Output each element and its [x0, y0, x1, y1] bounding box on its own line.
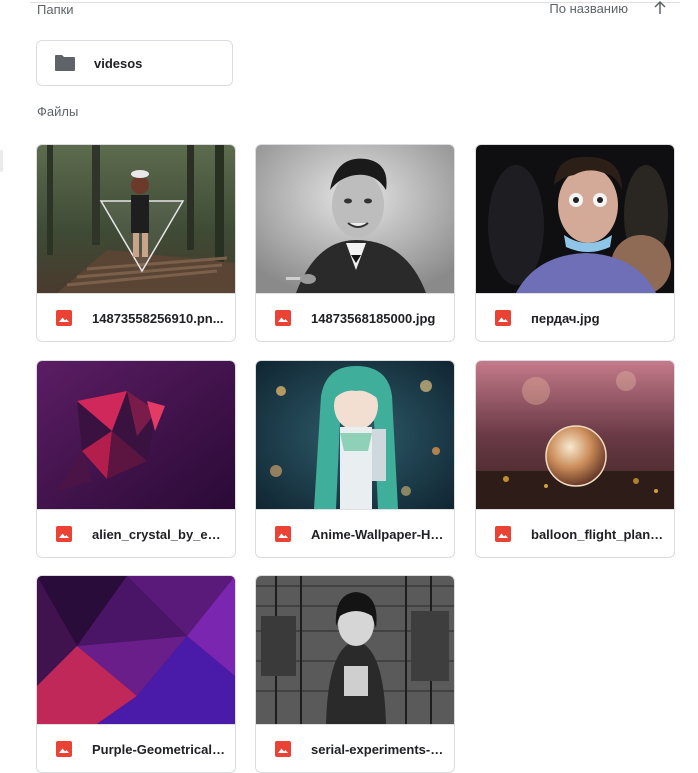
file-name: balloon_flight_plant_...	[531, 526, 666, 542]
image-thumbnail	[256, 145, 454, 293]
file-caption: alien_crystal_by_eddi...	[37, 509, 235, 557]
folder-videsos[interactable]: videsos	[36, 40, 233, 86]
file-name: alien_crystal_by_eddi...	[92, 526, 227, 542]
files-section-label: Файлы	[37, 104, 79, 119]
image-thumbnail	[256, 361, 454, 509]
file-name: Purple-Geometrical-T...	[92, 741, 227, 757]
image-file-icon	[495, 310, 511, 326]
file-name: Anime-Wallpaper-HD...	[311, 526, 446, 542]
image-thumbnail	[37, 361, 235, 509]
file-caption: 14873568185000.jpg	[256, 293, 454, 341]
image-file-icon	[275, 526, 291, 542]
arrow-up-icon[interactable]	[652, 0, 668, 16]
sort-by-name-button[interactable]: По названию	[549, 1, 628, 16]
image-file-icon	[275, 741, 291, 757]
file-card[interactable]: serial-experiments-la...	[255, 575, 455, 773]
image-file-icon	[495, 526, 511, 542]
file-caption: пердач.jpg	[476, 293, 674, 341]
image-thumbnail	[476, 145, 674, 293]
file-card[interactable]: Purple-Geometrical-T...	[36, 575, 236, 773]
file-name: 14873568185000.jpg	[311, 310, 436, 326]
side-panel-edge	[0, 150, 3, 172]
file-caption: serial-experiments-la...	[256, 724, 454, 772]
folder-name: videsos	[94, 55, 143, 71]
file-card[interactable]: 14873558256910.pn...	[36, 144, 236, 342]
image-thumbnail	[37, 576, 235, 724]
file-card[interactable]: Anime-Wallpaper-HD...	[255, 360, 455, 558]
file-card[interactable]: пердач.jpg	[475, 144, 675, 342]
file-name: 14873558256910.pn...	[92, 310, 224, 326]
file-card[interactable]: balloon_flight_plant_...	[475, 360, 675, 558]
file-caption: balloon_flight_plant_...	[476, 509, 674, 557]
image-thumbnail	[37, 145, 235, 293]
file-caption: Anime-Wallpaper-HD...	[256, 509, 454, 557]
folders-section-label: Папки	[37, 2, 74, 17]
file-card[interactable]: 14873568185000.jpg	[255, 144, 455, 342]
file-name: serial-experiments-la...	[311, 741, 446, 757]
file-name: пердач.jpg	[531, 310, 600, 326]
image-thumbnail	[256, 576, 454, 724]
file-caption: 14873558256910.pn...	[37, 293, 235, 341]
image-file-icon	[56, 741, 72, 757]
image-file-icon	[56, 310, 72, 326]
image-file-icon	[56, 526, 72, 542]
image-file-icon	[275, 310, 291, 326]
file-caption: Purple-Geometrical-T...	[37, 724, 235, 772]
file-card[interactable]: alien_crystal_by_eddi...	[36, 360, 236, 558]
image-thumbnail	[476, 361, 674, 509]
folder-icon	[55, 55, 75, 71]
